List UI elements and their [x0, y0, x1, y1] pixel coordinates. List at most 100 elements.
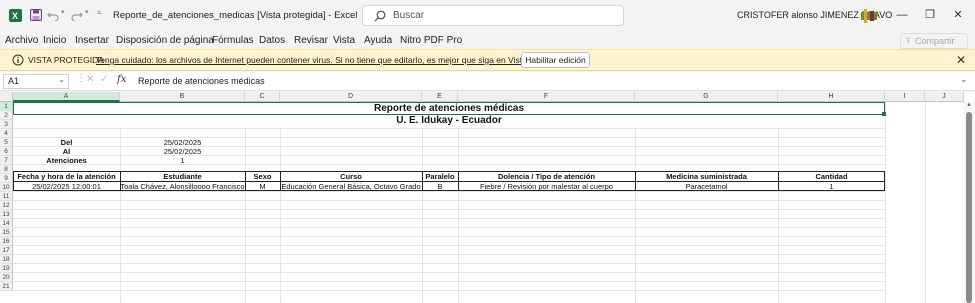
table-cell[interactable]: Educación General Básica, Octavo Grado — [280, 182, 422, 191]
tab-revisar[interactable]: Revisar — [294, 35, 328, 46]
minimize-button[interactable]: — — [892, 6, 912, 24]
protected-view-message[interactable]: Tenga cuidado: los archivos de Internet … — [96, 55, 567, 65]
row-header-2[interactable]: 2 — [0, 111, 13, 120]
column-header-b[interactable]: B — [120, 92, 245, 102]
row-header-6[interactable]: 6 — [0, 147, 13, 156]
insert-function-icon[interactable]: fx — [117, 74, 126, 85]
row-header-15[interactable]: 15 — [0, 228, 13, 237]
column-header-h[interactable]: H — [778, 92, 885, 102]
column-header-j[interactable]: J — [925, 92, 964, 102]
gridline — [13, 263, 885, 264]
row-header-20[interactable]: 20 — [0, 273, 13, 282]
column-header-e[interactable]: E — [422, 92, 458, 102]
row-header-14[interactable]: 14 — [0, 219, 13, 228]
tab-nitro-pdf-pro[interactable]: Nitro PDF Pro — [400, 35, 462, 46]
customize-toolbar-icon[interactable]: ⩡ — [97, 8, 102, 18]
table-cell[interactable]: Fiebre / Revisión por malestar al cuerpo — [458, 182, 635, 191]
scroll-up-icon[interactable]: ▲ — [966, 102, 972, 108]
table-header[interactable]: Medicina suministrada — [635, 172, 778, 181]
column-header-f[interactable]: F — [458, 92, 635, 102]
row-header-18[interactable]: 18 — [0, 255, 13, 264]
expand-formula-icon[interactable]: ⌄ — [960, 74, 968, 85]
row-header-10[interactable]: 10 — [0, 183, 13, 192]
report-subtitle[interactable]: U. E. Idukay - Ecuador — [13, 115, 885, 126]
scrollbar-thumb[interactable] — [966, 112, 972, 303]
share-icon: ⇪ — [905, 36, 912, 45]
table-header[interactable]: Curso — [280, 172, 422, 181]
row-header-19[interactable]: 19 — [0, 264, 13, 273]
formula-input[interactable]: Reporte de atenciones médicas — [138, 76, 265, 86]
row-header-17[interactable]: 17 — [0, 246, 13, 255]
table-cell[interactable]: Paracetamol — [635, 182, 778, 191]
column-header-d[interactable]: D — [280, 92, 422, 102]
column-header-c[interactable]: C — [245, 92, 280, 102]
table-header[interactable]: Cantidad — [778, 172, 885, 181]
tab-datos[interactable]: Datos — [259, 35, 285, 46]
enable-editing-button[interactable]: Habilitar edición — [521, 52, 590, 68]
summary-al-label[interactable]: Al — [13, 147, 120, 156]
table-cell[interactable]: 1 — [778, 182, 885, 191]
tab-inicio[interactable]: Inicio — [43, 35, 66, 46]
table-header[interactable]: Dolencia / Tipo de atención — [458, 172, 635, 181]
row-header-7[interactable]: 7 — [0, 156, 13, 165]
enter-icon: ✓ — [100, 74, 109, 85]
row-header-11[interactable]: 11 — [0, 192, 13, 201]
row-header-3[interactable]: 3 — [0, 120, 13, 129]
redo-icon[interactable] — [71, 9, 83, 21]
table-cell[interactable]: B — [422, 182, 458, 191]
table-header[interactable]: Sexo — [245, 172, 280, 181]
row-header-21[interactable]: 21 — [0, 282, 13, 291]
svg-text:X: X — [12, 11, 18, 21]
table-header[interactable]: Fecha y hora de la atención — [13, 172, 120, 181]
column-header-g[interactable]: G — [635, 92, 778, 102]
select-all-corner[interactable] — [0, 92, 13, 102]
row-header-13[interactable]: 13 — [0, 210, 13, 219]
row-header-1[interactable]: 1 — [0, 102, 13, 111]
summary-atenciones-value[interactable]: 1 — [120, 156, 245, 165]
name-box[interactable]: A1 ⌄ — [3, 74, 69, 89]
table-cell[interactable]: Toala Chávez, Alonsilloooo Francisco — [120, 182, 245, 191]
summary-del-value[interactable]: 25/02/2025 — [120, 138, 245, 147]
restore-button[interactable]: ❐ — [920, 6, 940, 24]
chevron-down-icon[interactable]: ⌄ — [58, 75, 65, 84]
row-header-5[interactable]: 5 — [0, 138, 13, 147]
worksheet-grid[interactable]: A B C D E F G H I J 1 2 3 4 5 6 7 8 9 10… — [0, 92, 975, 303]
close-icon[interactable]: ✕ — [956, 53, 966, 67]
tab-ayuda[interactable]: Ayuda — [364, 35, 392, 46]
summary-del-label[interactable]: Del — [13, 138, 120, 147]
row-header-16[interactable]: 16 — [0, 237, 13, 246]
row-header-12[interactable]: 12 — [0, 201, 13, 210]
table-cell[interactable]: M — [245, 182, 280, 191]
protected-view-bar: VISTA PROTEGIDA Tenga cuidado: los archi… — [0, 49, 975, 71]
avatar[interactable] — [861, 9, 877, 23]
gridline — [13, 290, 885, 291]
share-button[interactable]: ⇪ Compartir — [900, 33, 968, 49]
more-icon: ⋮ — [76, 73, 86, 84]
row-header-4[interactable]: 4 — [0, 129, 13, 138]
tab-archivo[interactable]: Archivo — [5, 35, 38, 46]
tab-insertar[interactable]: Insertar — [75, 35, 109, 46]
tab-formulas[interactable]: Fórmulas — [212, 35, 254, 46]
row-header-9[interactable]: 9 — [0, 174, 13, 183]
undo-icon[interactable] — [47, 9, 59, 21]
fill-handle[interactable] — [882, 112, 886, 116]
row-header-8[interactable]: 8 — [0, 165, 13, 174]
close-button[interactable]: ✕ — [948, 6, 968, 24]
gridline — [13, 128, 885, 129]
tab-vista[interactable]: Vista — [333, 35, 355, 46]
summary-al-value[interactable]: 25/02/2025 — [120, 147, 245, 156]
info-shield-icon — [12, 54, 24, 66]
table-header[interactable]: Estudiante — [120, 172, 245, 181]
column-header-i[interactable]: I — [885, 92, 925, 102]
gridline — [13, 218, 885, 219]
gridline — [13, 272, 885, 273]
table-cell[interactable]: 25/02/2025 12:00:01 — [13, 182, 120, 191]
undo-dropdown-icon[interactable]: ▾ — [61, 8, 65, 16]
search-box[interactable]: Buscar — [362, 5, 624, 26]
column-header-a[interactable]: A — [13, 92, 120, 102]
save-icon[interactable] — [30, 9, 42, 21]
tab-disposicion-de-pagina[interactable]: Disposición de página — [116, 35, 214, 46]
table-header[interactable]: Paralelo — [422, 172, 458, 181]
summary-atenciones-label[interactable]: Atenciones — [13, 156, 120, 165]
redo-dropdown-icon[interactable]: ▾ — [85, 8, 89, 16]
